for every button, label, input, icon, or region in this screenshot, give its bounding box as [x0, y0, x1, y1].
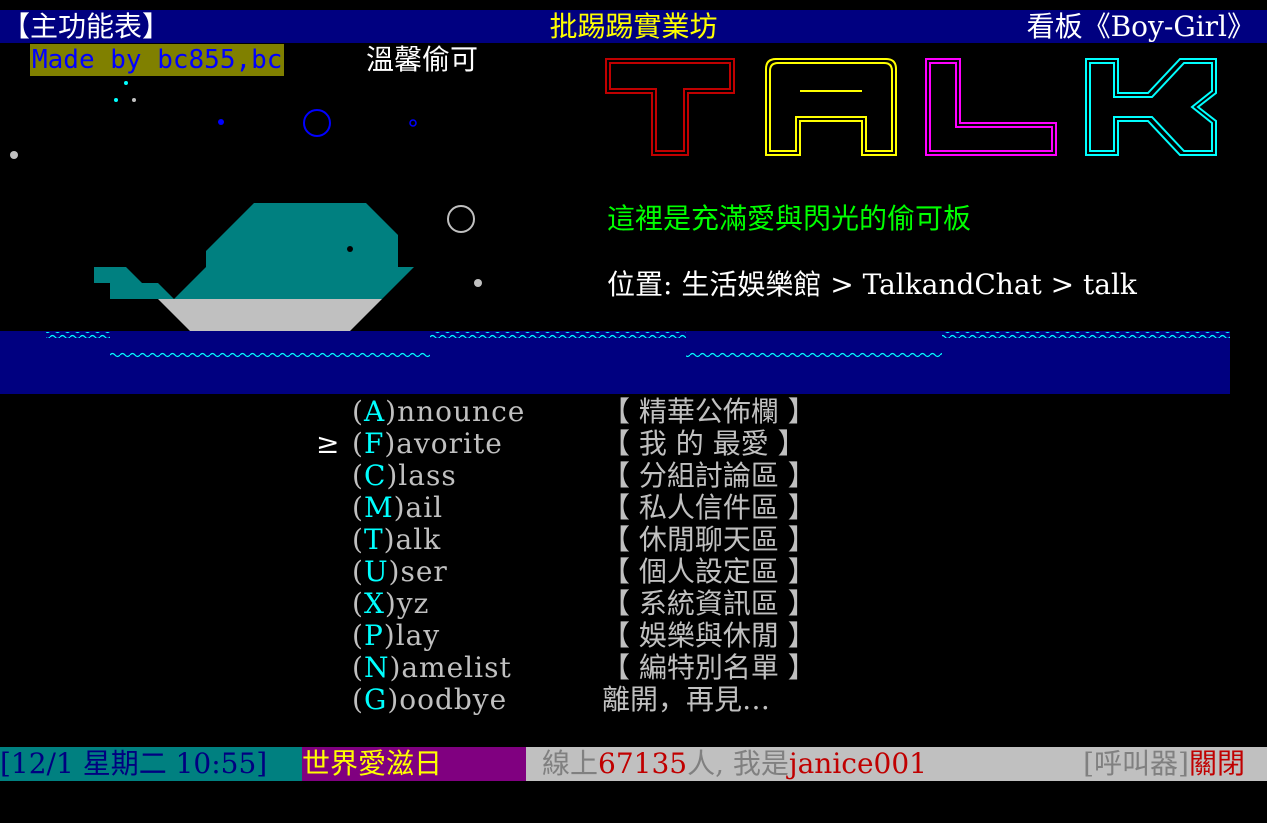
menu-item-desc: 【 系統資訊區 】 — [602, 587, 816, 620]
hotkey: A — [363, 395, 386, 428]
menu-item-command: (T)alk — [352, 523, 442, 556]
hotkey: X — [363, 587, 385, 620]
board-name: 看板《Boy-Girl》 — [1026, 10, 1255, 43]
talk-logo — [605, 58, 1217, 156]
status-bar: [12/1 星期二 10:55] 世界愛滋日 線上67135人, 我是janic… — [0, 747, 1267, 781]
menu-item-goodbye[interactable]: (G)oodbye 離開，再見… — [0, 684, 1267, 716]
board-tagline: 這裡是充滿愛與閃光的偷可板 — [607, 202, 972, 235]
menu-cursor: ≥ — [316, 427, 340, 460]
menu-item-user[interactable]: (U)ser 【 個人設定區 】 — [0, 556, 1267, 588]
hotkey: F — [363, 427, 385, 460]
banner-subtitle: 溫馨偷可 — [366, 43, 479, 76]
menu-item-play[interactable]: (P)lay 【 娛樂與休閒 】 — [0, 620, 1267, 652]
hotkey: U — [363, 555, 389, 588]
bubble-icon — [447, 205, 475, 233]
star-icon — [114, 98, 118, 102]
wave-decoration — [46, 332, 1230, 358]
menu-item-command: (M)ail — [352, 491, 444, 524]
menu-item-desc: 【 我 的 最愛 】 — [602, 427, 806, 460]
menu-item-talk[interactable]: (T)alk 【 休閒聊天區 】 — [0, 524, 1267, 556]
menu-item-command: (G)oodbye — [352, 683, 508, 716]
bubble-icon — [303, 109, 331, 137]
status-event: 世界愛滋日 — [302, 747, 526, 781]
menu-item-namelist[interactable]: (N)amelist 【 編特別名單 】 — [0, 652, 1267, 684]
status-datetime: [12/1 星期二 10:55] — [0, 747, 302, 781]
menu-item-command: (P)lay — [352, 619, 441, 652]
hotkey: T — [363, 523, 384, 556]
menu-item-desc: 【 分組討論區 】 — [602, 459, 816, 492]
hotkey: C — [363, 459, 387, 492]
menu-item-command: (A)nnounce — [352, 395, 526, 428]
menu-item-xyz[interactable]: (X)yz 【 系統資訊區 】 — [0, 588, 1267, 620]
online-count: 67135 — [598, 747, 688, 780]
pager-status: [呼叫器]關閉 — [1083, 747, 1245, 780]
bubble-icon — [10, 151, 18, 159]
hotkey: N — [363, 651, 390, 684]
menu-item-desc: 離開，再見… — [602, 683, 771, 716]
hotkey: G — [363, 683, 388, 716]
menu-item-command: (U)ser — [352, 555, 448, 588]
board-location: 位置: 生活娛樂館 > TalkandChat > talk — [607, 268, 1137, 301]
menu-item-command: (X)yz — [352, 587, 430, 620]
menu-item-desc: 【 私人信件區 】 — [602, 491, 816, 524]
hotkey: M — [363, 491, 394, 524]
menu-item-command: (N)amelist — [352, 651, 512, 684]
menu-item-command: (C)lass — [352, 459, 457, 492]
menu-item-desc: 【 個人設定區 】 — [602, 555, 816, 588]
menu-item-class[interactable]: (C)lass 【 分組討論區 】 — [0, 460, 1267, 492]
menu-item-desc: 【 精華公佈欄 】 — [602, 395, 816, 428]
made-by-label: Made by bc855,bc — [30, 44, 285, 76]
status-online-info: 線上67135人, 我是janice001 [呼叫器]關閉 — [526, 747, 1267, 781]
menu-item-desc: 【 休閒聊天區 】 — [602, 523, 816, 556]
menu-item-announce[interactable]: (A)nnounce 【 精華公佈欄 】 — [0, 396, 1267, 428]
bubble-icon — [474, 279, 482, 287]
menu-item-mail[interactable]: (M)ail 【 私人信件區 】 — [0, 492, 1267, 524]
menu-item-command: (F)avorite — [352, 427, 503, 460]
header-bar: 【主功能表】 批踢踢實業坊 看板《Boy-Girl》 — [0, 10, 1267, 43]
menu-item-favorite[interactable]: ≥ (F)avorite 【 我 的 最愛 】 — [0, 428, 1267, 460]
username: janice001 — [788, 747, 927, 780]
menu-item-desc: 【 編特別名單 】 — [602, 651, 816, 684]
whale-icon — [94, 203, 414, 331]
ocean-art — [10, 81, 482, 331]
bubble-icon — [409, 119, 417, 127]
bubble-icon — [218, 119, 224, 125]
star-icon — [124, 81, 128, 85]
menu-item-desc: 【 娛樂與休閒 】 — [602, 619, 816, 652]
hotkey: P — [363, 619, 384, 652]
star-icon — [132, 98, 136, 102]
